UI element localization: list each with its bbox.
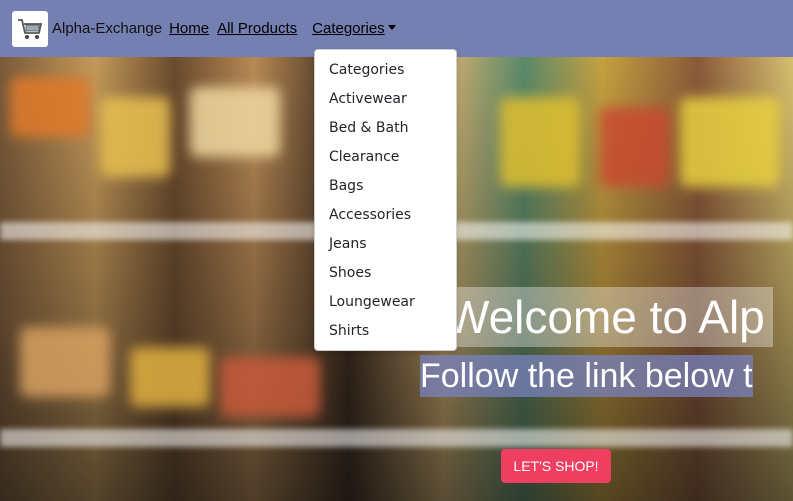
- shelf-product-blur: [130, 347, 210, 407]
- shelf-product-blur: [680, 97, 780, 187]
- shelf-product-blur: [220, 357, 320, 417]
- caret-down-icon: [387, 25, 396, 30]
- hero-title: Welcome to Alp: [438, 287, 773, 347]
- nav-all-products-link[interactable]: All Products: [217, 20, 297, 37]
- categories-dropdown-menu: Categories Activewear Bed & Bath Clearan…: [314, 49, 457, 351]
- shelf-product-blur: [10, 77, 90, 137]
- logo[interactable]: [12, 10, 48, 47]
- shelf-product-blur: [190, 87, 280, 157]
- shelf-product-blur: [20, 327, 110, 397]
- dropdown-item-bags[interactable]: Bags: [315, 172, 456, 201]
- shelf-product-blur: [500, 97, 580, 187]
- lets-shop-button[interactable]: LET'S SHOP!: [501, 449, 611, 483]
- dropdown-item-clearance[interactable]: Clearance: [315, 143, 456, 172]
- shopping-cart-icon: [18, 18, 43, 39]
- nav-categories-dropdown[interactable]: Categories: [312, 20, 396, 37]
- dropdown-item-activewear[interactable]: Activewear: [315, 85, 456, 114]
- brand-name[interactable]: Alpha-Exchange: [52, 20, 162, 37]
- dropdown-item-shirts[interactable]: Shirts: [315, 317, 456, 346]
- shelf-product-blur: [600, 107, 670, 187]
- nav-home-link[interactable]: Home: [169, 20, 209, 37]
- shelf-edge: [0, 429, 793, 447]
- nav-categories-label: Categories: [312, 20, 385, 37]
- shelf-product-blur: [100, 97, 170, 177]
- dropdown-item-loungewear[interactable]: Loungewear: [315, 288, 456, 317]
- dropdown-item-categories[interactable]: Categories: [315, 56, 456, 85]
- hero-subtitle: Follow the link below t: [420, 355, 753, 397]
- dropdown-item-jeans[interactable]: Jeans: [315, 230, 456, 259]
- dropdown-item-accessories[interactable]: Accessories: [315, 201, 456, 230]
- dropdown-item-bed-bath[interactable]: Bed & Bath: [315, 114, 456, 143]
- dropdown-item-shoes[interactable]: Shoes: [315, 259, 456, 288]
